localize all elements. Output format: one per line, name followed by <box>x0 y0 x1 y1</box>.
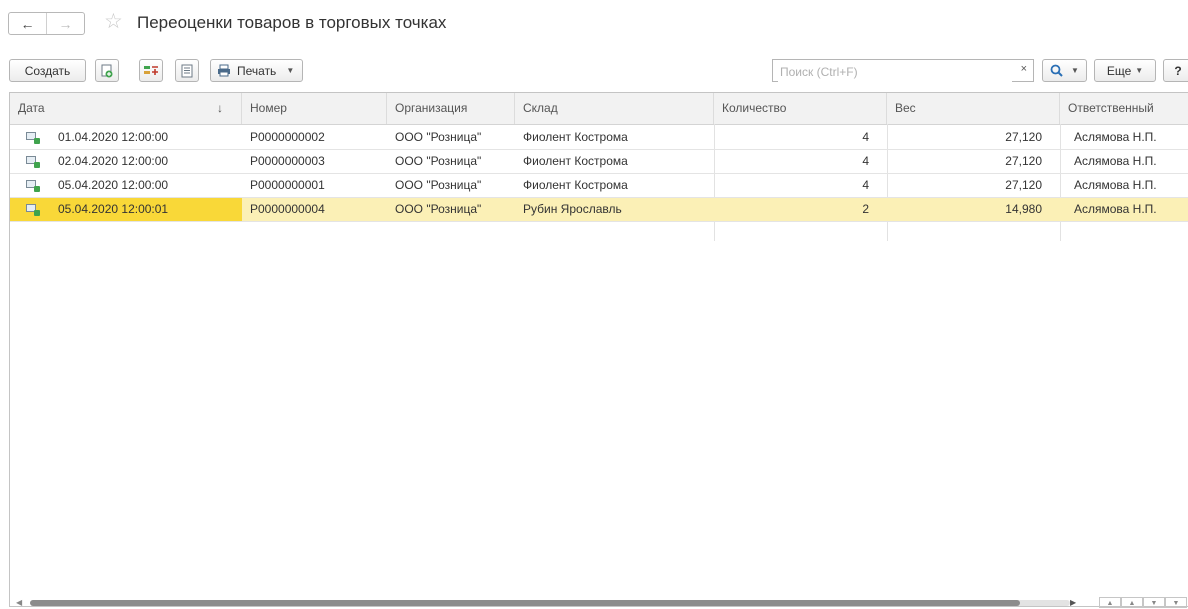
chevron-down-icon: ▼ <box>1071 66 1079 75</box>
cell-date: 01.04.2020 12:00:00 <box>58 130 169 144</box>
go-down-icon[interactable]: ▼ <box>1143 597 1165 608</box>
post-documents-icon <box>144 65 158 75</box>
cell-warehouse: Фиолент Кострома <box>523 130 628 144</box>
cell-weight: 27,120 <box>1005 154 1042 168</box>
row-navigation: ▲ ▲ ▼ ▼ <box>1099 597 1188 608</box>
cell-weight: 14,980 <box>1005 202 1042 216</box>
cell-number: Р0000000002 <box>250 130 325 144</box>
more-label: Еще <box>1106 63 1132 78</box>
post-documents-button[interactable] <box>139 59 163 82</box>
cell-organization: ООО "Розница" <box>395 154 482 168</box>
cell-quantity: 4 <box>862 154 869 168</box>
scrollbar-thumb[interactable] <box>30 600 1020 606</box>
clear-search-icon[interactable]: × <box>1021 63 1027 75</box>
scroll-left-icon[interactable]: ◀ <box>16 598 22 607</box>
create-copy-button[interactable] <box>95 59 119 82</box>
cell-number: Р0000000003 <box>250 154 325 168</box>
navigation-buttons: ← → <box>8 12 85 35</box>
document-icon <box>26 132 40 144</box>
cell-date: 02.04.2020 12:00:00 <box>58 154 169 168</box>
cell-responsible: Аслямова Н.П. <box>1074 154 1157 168</box>
sort-descending-icon: ↓ <box>217 101 223 115</box>
more-button[interactable]: Еще ▼ <box>1094 59 1156 82</box>
search-field[interactable]: × <box>772 59 1034 82</box>
cell-organization: ООО "Розница" <box>395 130 482 144</box>
column-header-number[interactable]: Номер <box>242 93 387 124</box>
go-up-icon[interactable]: ▲ <box>1121 597 1143 608</box>
table-row[interactable]: 01.04.2020 12:00:00 Р0000000002 ООО "Роз… <box>10 126 1188 150</box>
create-button[interactable]: Создать <box>9 59 86 82</box>
cell-weight: 27,120 <box>1005 130 1042 144</box>
back-arrow-icon[interactable]: ← <box>9 13 46 34</box>
help-button[interactable]: ? <box>1163 59 1188 82</box>
scrollbar-track[interactable] <box>30 600 1070 606</box>
go-last-icon[interactable]: ▼ <box>1165 597 1187 608</box>
cell-date-active: 05.04.2020 12:00:01 <box>10 198 242 221</box>
table-header: Дата ↓ Номер Организация Склад Количеств… <box>10 93 1188 125</box>
column-header-warehouse[interactable]: Склад <box>515 93 714 124</box>
cell-warehouse: Фиолент Кострома <box>523 154 628 168</box>
cell-quantity: 4 <box>862 178 869 192</box>
report-icon <box>181 64 193 77</box>
chevron-down-icon: ▼ <box>286 66 295 75</box>
favorite-star-icon[interactable]: ☆ <box>104 10 123 34</box>
cell-weight: 27,120 <box>1005 178 1042 192</box>
search-icon <box>1050 64 1063 77</box>
document-icon <box>26 204 40 216</box>
column-header-organization[interactable]: Организация <box>387 93 515 124</box>
page-title: Переоценки товаров в торговых точках <box>137 13 447 32</box>
document-icon <box>26 156 40 168</box>
cell-organization: ООО "Розница" <box>395 202 482 216</box>
cell-responsible: Аслямова Н.П. <box>1074 130 1157 144</box>
document-icon <box>26 180 40 192</box>
documents-table: Дата ↓ Номер Организация Склад Количеств… <box>9 92 1188 608</box>
go-first-icon[interactable]: ▲ <box>1099 597 1121 608</box>
cell-warehouse: Рубин Ярославль <box>523 202 622 216</box>
printer-icon <box>218 64 230 77</box>
search-input[interactable] <box>778 61 1012 82</box>
column-header-date[interactable]: Дата ↓ <box>10 93 242 124</box>
chevron-down-icon: ▼ <box>1135 66 1144 75</box>
table-row-selected[interactable]: 05.04.2020 12:00:01 Р0000000004 ООО "Роз… <box>10 198 1188 222</box>
table-row[interactable]: 02.04.2020 12:00:00 Р0000000003 ООО "Роз… <box>10 150 1188 174</box>
create-copy-icon <box>101 64 113 77</box>
cell-quantity: 4 <box>862 130 869 144</box>
cell-quantity: 2 <box>862 202 869 216</box>
cell-organization: ООО "Розница" <box>395 178 482 192</box>
scroll-right-icon[interactable]: ▶ <box>1070 598 1076 607</box>
column-header-quantity[interactable]: Количество <box>714 93 887 124</box>
column-header-responsible[interactable]: Ответственный <box>1060 93 1188 124</box>
search-button[interactable]: ▼ <box>1042 59 1087 82</box>
cell-responsible: Аслямова Н.П. <box>1074 202 1157 216</box>
report-button[interactable] <box>175 59 199 82</box>
print-label: Печать <box>237 63 277 78</box>
cell-responsible: Аслямова Н.П. <box>1074 178 1157 192</box>
print-button[interactable]: Печать ▼ <box>210 59 303 82</box>
forward-arrow-icon[interactable]: → <box>46 13 84 34</box>
cell-number: Р0000000004 <box>250 202 325 216</box>
table-row[interactable]: 05.04.2020 12:00:00 Р0000000001 ООО "Роз… <box>10 174 1188 198</box>
title-bar: ← → ☆ Переоценки товаров в торговых точк… <box>0 0 1188 50</box>
cell-warehouse: Фиолент Кострома <box>523 178 628 192</box>
cell-date: 05.04.2020 12:00:00 <box>58 178 169 192</box>
column-header-weight[interactable]: Вес <box>887 93 1060 124</box>
cell-number: Р0000000001 <box>250 178 325 192</box>
